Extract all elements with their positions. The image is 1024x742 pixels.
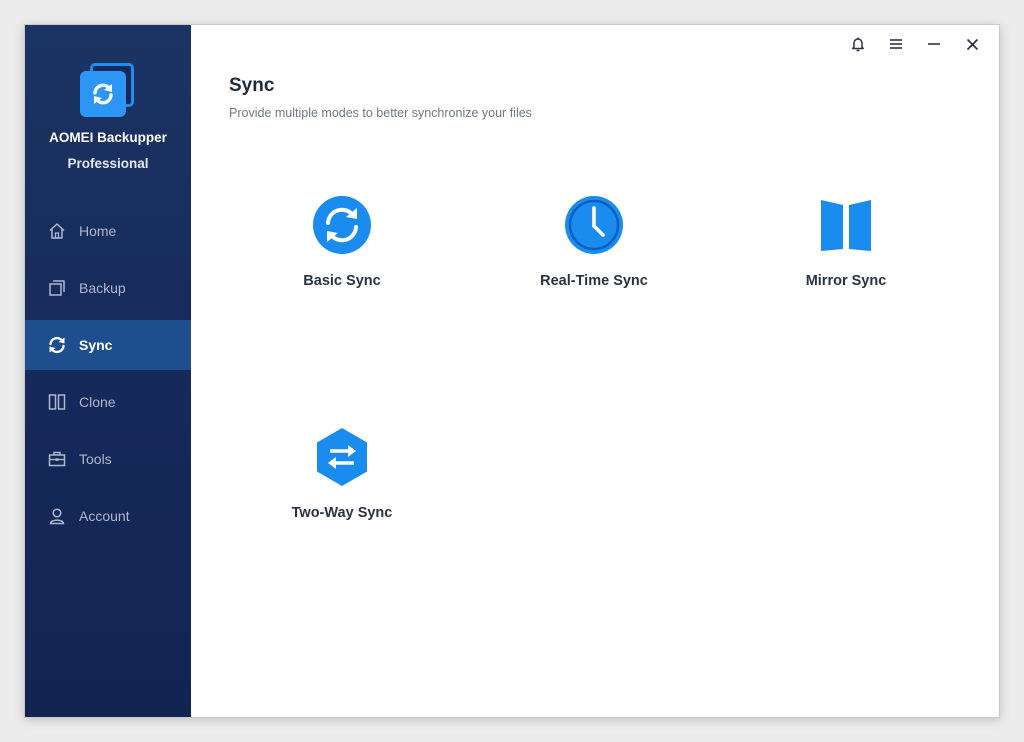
- page-title: Sync: [229, 75, 275, 96]
- minimize-icon: [928, 43, 940, 45]
- backup-icon: [47, 278, 67, 298]
- notifications-button[interactable]: [839, 33, 877, 55]
- sidebar-nav: Home Backup Sync Clone Tools Account: [25, 206, 191, 548]
- clone-icon: [47, 392, 67, 412]
- page-subtitle: Provide multiple modes to better synchro…: [229, 106, 532, 120]
- sidebar-item-label: Tools: [79, 451, 112, 467]
- option-label: Real-Time Sync: [540, 273, 648, 289]
- mirror-sync-option[interactable]: Mirror Sync: [756, 195, 936, 289]
- user-icon: [47, 506, 67, 526]
- sidebar-item-label: Backup: [79, 280, 126, 296]
- sidebar-item-label: Home: [79, 223, 117, 239]
- clock-icon: [564, 195, 624, 255]
- sidebar: AOMEI Backupper Professional Home Backup: [25, 25, 191, 717]
- sidebar-item-label: Clone: [79, 394, 116, 410]
- option-label: Mirror Sync: [805, 273, 887, 289]
- title-bar-controls: [839, 33, 991, 55]
- app-edition: Professional: [67, 156, 149, 171]
- sidebar-item-account[interactable]: Account: [25, 491, 191, 541]
- main-content: Sync Provide multiple modes to better sy…: [191, 25, 999, 717]
- sidebar-item-backup[interactable]: Backup: [25, 263, 191, 313]
- sidebar-item-tools[interactable]: Tools: [25, 434, 191, 484]
- sidebar-item-label: Account: [79, 508, 130, 524]
- sidebar-item-label: Sync: [79, 337, 113, 353]
- home-icon: [47, 221, 67, 241]
- sidebar-item-sync[interactable]: Sync: [25, 320, 191, 370]
- option-label: Basic Sync: [303, 273, 381, 289]
- app-name: AOMEI Backupper: [49, 130, 167, 145]
- option-label: Two-Way Sync: [291, 505, 393, 521]
- basic-sync-icon: [312, 195, 372, 255]
- sidebar-item-clone[interactable]: Clone: [25, 377, 191, 427]
- main-menu-button[interactable]: [877, 33, 915, 55]
- sync-icon: [47, 335, 67, 355]
- toolbox-icon: [47, 449, 67, 469]
- real-time-sync-option[interactable]: Real-Time Sync: [504, 195, 684, 289]
- minimize-button[interactable]: [915, 33, 953, 55]
- app-logo: [80, 63, 136, 117]
- basic-sync-option[interactable]: Basic Sync: [252, 195, 432, 289]
- close-icon: [966, 38, 978, 50]
- close-button[interactable]: [953, 33, 991, 55]
- logo-sync-icon: [93, 83, 113, 105]
- bell-icon: [852, 37, 864, 52]
- two-way-arrows-icon: [312, 427, 372, 487]
- menu-icon: [890, 39, 902, 49]
- sidebar-item-home[interactable]: Home: [25, 206, 191, 256]
- mirror-icon: [816, 195, 876, 255]
- two-way-sync-option[interactable]: Two-Way Sync: [252, 427, 432, 521]
- app-window: AOMEI Backupper Professional Home Backup: [24, 24, 1000, 718]
